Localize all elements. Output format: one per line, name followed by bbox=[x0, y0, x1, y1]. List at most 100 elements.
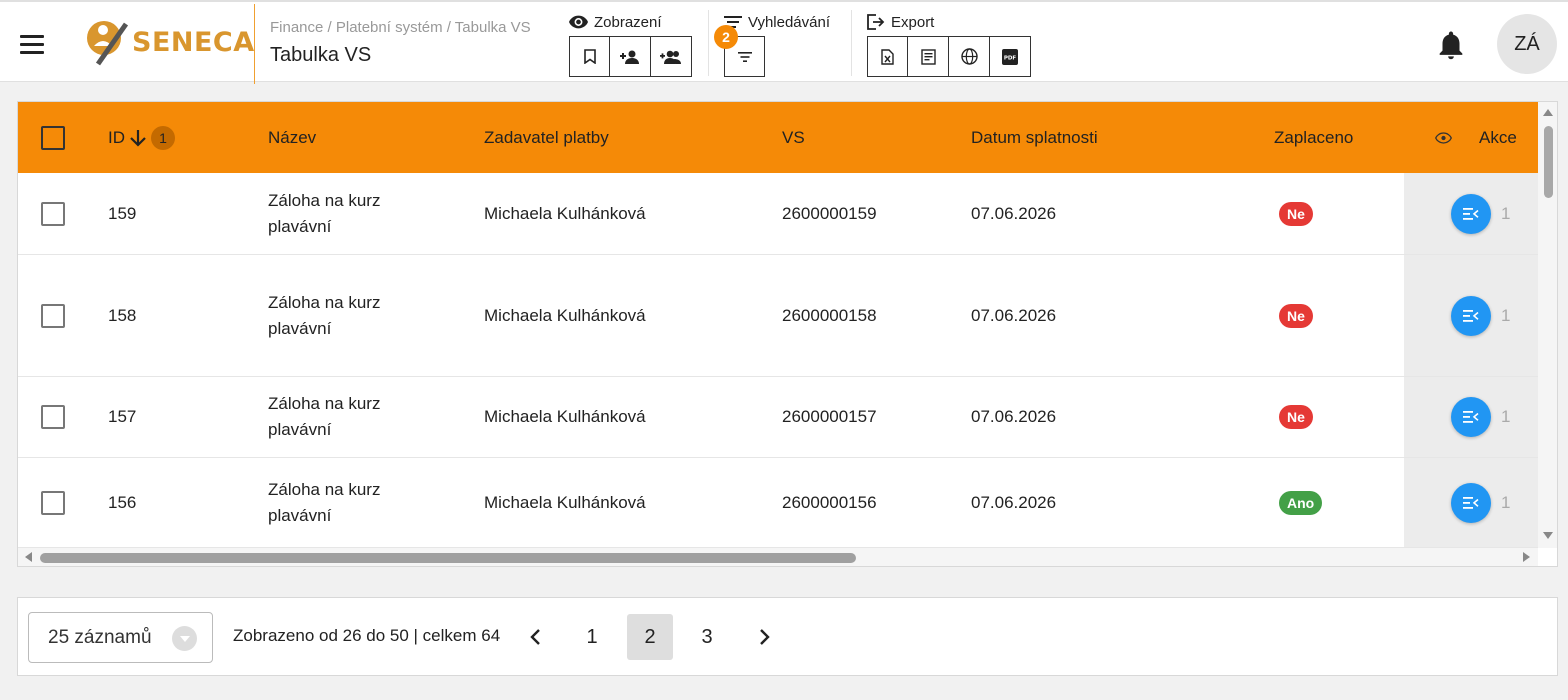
group-add-button[interactable] bbox=[651, 36, 692, 77]
pdf-icon: PDF bbox=[1002, 48, 1018, 65]
page-title: Tabulka VS bbox=[270, 44, 372, 66]
chevron-right-icon bbox=[760, 629, 770, 645]
cell-actions: 1 bbox=[1451, 173, 1510, 254]
group-add-icon bbox=[660, 50, 681, 64]
sort-order-badge: 1 bbox=[151, 125, 175, 150]
view-label-row: Zobrazení bbox=[569, 12, 692, 32]
scroll-right-arrow-icon[interactable] bbox=[1523, 552, 1530, 562]
page-size-value: 25 záznamů bbox=[48, 626, 152, 648]
notifications-button[interactable] bbox=[1434, 28, 1468, 67]
export-report-button[interactable] bbox=[908, 36, 949, 77]
page-button-1[interactable]: 1 bbox=[569, 614, 615, 660]
filter-count-badge: 2 bbox=[714, 25, 738, 49]
cell-name: Záloha na kurz plavávní bbox=[268, 190, 381, 236]
cell-paid: Ne bbox=[1279, 255, 1313, 376]
list-actions-icon bbox=[1463, 496, 1479, 509]
table-row[interactable]: 156 Záloha na kurz plavávní Michaela Kulhá… bbox=[18, 458, 1538, 548]
column-header-paid[interactable]: Zaplaceno bbox=[1274, 102, 1353, 173]
view-toolbar: Zobrazení bbox=[569, 12, 692, 77]
person-add-icon bbox=[620, 50, 639, 64]
vertical-scrollbar-thumb[interactable] bbox=[1544, 126, 1553, 198]
cell-due-date: 07.06.2026 bbox=[971, 492, 1057, 512]
page-size-select[interactable]: 25 záznamů bbox=[28, 612, 213, 663]
row-checkbox[interactable] bbox=[41, 201, 65, 226]
action-count: 1 bbox=[1501, 407, 1511, 426]
export-web-button[interactable] bbox=[949, 36, 990, 77]
row-checkbox[interactable] bbox=[41, 490, 65, 515]
page-button-2[interactable]: 2 bbox=[627, 614, 673, 660]
horizontal-scrollbar-thumb[interactable] bbox=[40, 553, 856, 563]
cell-vs: 2600000158 bbox=[782, 305, 877, 325]
excel-icon bbox=[881, 48, 894, 65]
list-actions-icon bbox=[1463, 411, 1479, 423]
pagination-bar: 25 záznamů Zobrazeno od 26 do 50 | celke… bbox=[17, 597, 1558, 676]
bookmark-button[interactable] bbox=[569, 36, 610, 77]
chevron-left-icon bbox=[530, 629, 540, 645]
table-row[interactable]: 157 Záloha na kurz plavávní Michaela Kulhá… bbox=[18, 377, 1538, 458]
view-label: Zobrazení bbox=[594, 13, 662, 31]
logo[interactable]: SENECA bbox=[86, 16, 255, 68]
column-header-payer[interactable]: Zadavatel platby bbox=[484, 102, 609, 173]
action-count: 1 bbox=[1501, 203, 1511, 223]
svg-text:PDF: PDF bbox=[1004, 55, 1017, 61]
cell-id: 158 bbox=[108, 305, 137, 325]
dropdown-arrow-icon bbox=[172, 626, 197, 651]
cell-id: 159 bbox=[108, 203, 137, 223]
scroll-down-arrow-icon[interactable] bbox=[1543, 532, 1553, 539]
next-page-button[interactable] bbox=[742, 614, 788, 660]
cell-payer: Michaela Kulhánková bbox=[484, 407, 646, 426]
logo-text: SENECA bbox=[132, 26, 255, 58]
cell-name: Záloha na kurz plavávní bbox=[268, 292, 381, 338]
menu-icon[interactable] bbox=[14, 26, 50, 62]
scroll-left-arrow-icon[interactable] bbox=[25, 552, 32, 562]
row-action-button[interactable] bbox=[1451, 193, 1491, 234]
cell-payer: Michaela Kulhánková bbox=[484, 492, 646, 512]
row-checkbox[interactable] bbox=[41, 303, 65, 328]
column-header-name[interactable]: Název bbox=[268, 102, 316, 173]
row-action-button[interactable] bbox=[1451, 482, 1491, 523]
page-button-3[interactable]: 3 bbox=[684, 614, 730, 660]
export-excel-button[interactable] bbox=[867, 36, 908, 77]
cell-vs: 2600000156 bbox=[782, 492, 877, 512]
paid-status-badge: Ano bbox=[1279, 490, 1323, 515]
filter-icon bbox=[737, 51, 752, 62]
vertical-scrollbar[interactable] bbox=[1538, 102, 1557, 548]
column-header-id[interactable]: ID 1 bbox=[108, 102, 175, 173]
cell-id: 156 bbox=[108, 492, 137, 512]
column-header-due-date[interactable]: Datum splatnosti bbox=[971, 102, 1098, 173]
cell-name: Záloha na kurz plavávní bbox=[268, 479, 381, 525]
logo-mark-icon bbox=[87, 21, 129, 66]
breadcrumb[interactable]: Finance / Platební systém / Tabulka VS bbox=[270, 19, 531, 36]
table-row[interactable]: 159 Záloha na kurz plavávní Michaela Kulhá… bbox=[18, 173, 1538, 255]
action-count: 1 bbox=[1501, 492, 1511, 512]
column-header-vs[interactable]: VS bbox=[782, 102, 805, 173]
export-label: Export bbox=[891, 13, 935, 31]
row-action-button[interactable] bbox=[1451, 295, 1491, 336]
select-all-checkbox[interactable] bbox=[41, 125, 65, 150]
export-toolbar: Export PDF bbox=[867, 12, 1031, 77]
export-pdf-button[interactable]: PDF bbox=[990, 36, 1031, 77]
row-select-cell bbox=[41, 255, 65, 376]
row-checkbox[interactable] bbox=[41, 405, 65, 429]
horizontal-scrollbar[interactable] bbox=[18, 548, 1538, 566]
cell-due-date: 07.06.2026 bbox=[971, 407, 1057, 426]
scroll-up-arrow-icon[interactable] bbox=[1543, 109, 1553, 116]
cell-actions: 1 bbox=[1451, 255, 1510, 376]
column-visibility-button[interactable] bbox=[1435, 102, 1452, 173]
previous-page-button[interactable] bbox=[512, 614, 558, 660]
search-label-row: Vyhledávání bbox=[724, 12, 830, 32]
cell-payer: Michaela Kulhánková bbox=[484, 203, 646, 223]
table-header: ID 1 Název Zadavatel platby VS Datum spl… bbox=[18, 102, 1538, 173]
avatar[interactable]: ZÁ bbox=[1497, 14, 1557, 74]
person-add-button[interactable] bbox=[610, 36, 651, 77]
table-row[interactable]: 158 Záloha na kurz plavávní Michaela Kulhá… bbox=[18, 255, 1538, 377]
bookmark-icon bbox=[583, 49, 596, 64]
row-select-cell bbox=[41, 377, 65, 457]
row-action-button[interactable] bbox=[1451, 397, 1491, 437]
cell-due-date: 07.06.2026 bbox=[971, 305, 1057, 325]
cell-payer: Michaela Kulhánková bbox=[484, 305, 646, 325]
row-select-cell bbox=[41, 458, 65, 547]
cell-actions: 1 bbox=[1451, 458, 1510, 547]
search-toolbar: Vyhledávání bbox=[724, 12, 830, 77]
row-select-cell bbox=[41, 173, 65, 254]
